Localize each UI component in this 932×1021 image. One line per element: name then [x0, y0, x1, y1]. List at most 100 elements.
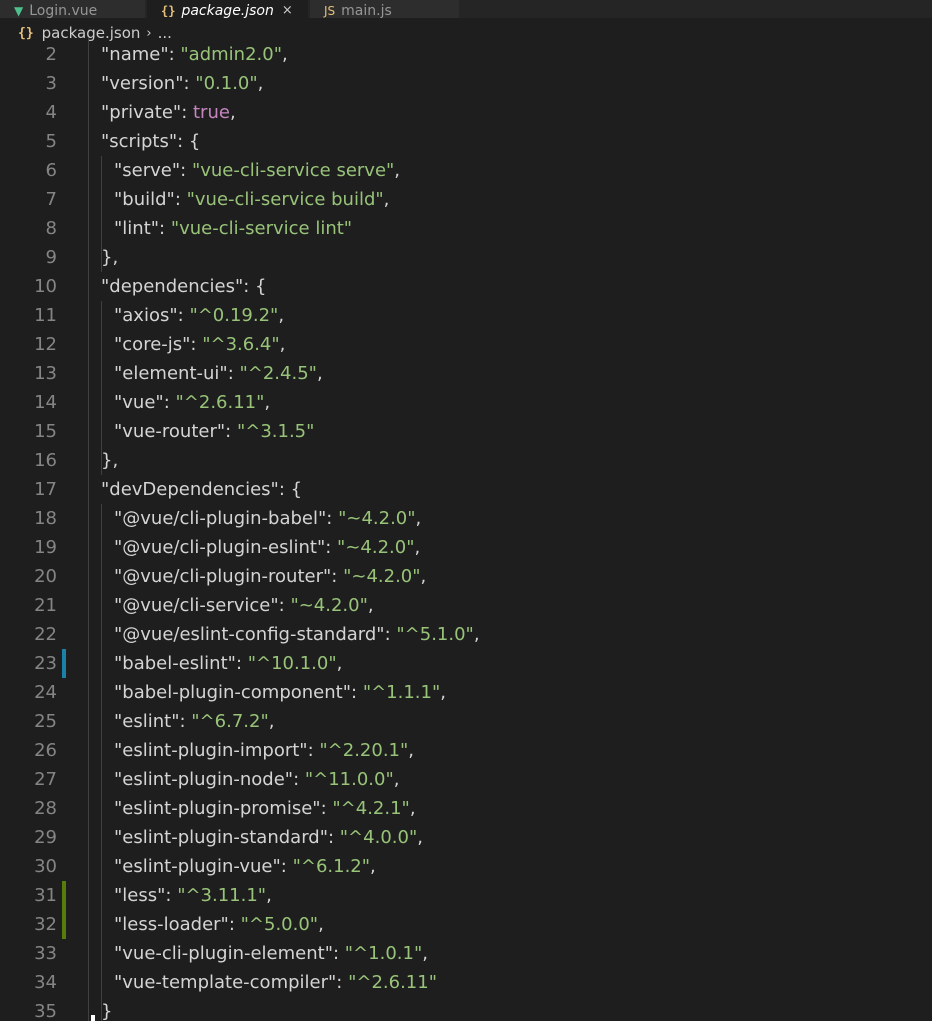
json-punctuation: ,	[383, 189, 390, 210]
tab-login-vue[interactable]: ▼ Login.vue	[0, 0, 146, 18]
json-separator: :	[228, 914, 241, 935]
json-key: "babel-eslint"	[114, 653, 236, 674]
code-text: "@vue/cli-service": "~4.2.0",	[114, 591, 374, 620]
json-value: "^4.0.0"	[339, 827, 418, 848]
code-line[interactable]: 3 "version": "0.1.0",	[0, 69, 932, 98]
code-text: "@vue/cli-plugin-router": "~4.2.0",	[114, 562, 426, 591]
code-line[interactable]: 16},	[0, 446, 932, 475]
json-key: "lint"	[114, 218, 160, 239]
code-text: "name": "admin2.0",	[101, 40, 288, 69]
code-line[interactable]: 13 "element-ui": "^2.4.5",	[0, 359, 932, 388]
code-line[interactable]: 27 "eslint-plugin-node": "^11.0.0",	[0, 765, 932, 794]
code-editor[interactable]: 2 "name": "admin2.0", 3 "version": "0.1.0",…	[0, 38, 932, 1021]
line-number: 17	[34, 479, 57, 500]
code-line[interactable]: 24 "babel-plugin-component": "^1.1.1",	[0, 678, 932, 707]
json-punctuation: ,	[415, 508, 422, 529]
code-line[interactable]: 34 "vue-template-compiler": "^2.6.11"	[0, 968, 932, 997]
code-line[interactable]: 20 "@vue/cli-plugin-router": "~4.2.0",	[0, 562, 932, 591]
code-line[interactable]: 35}	[0, 997, 932, 1021]
code-line[interactable]: 28 "eslint-plugin-promise": "^4.2.1",	[0, 794, 932, 823]
json-value: "0.1.0"	[195, 73, 258, 94]
json-separator: :	[225, 421, 237, 442]
tab-label: Login.vue	[29, 3, 98, 18]
code-text: "eslint-plugin-node": "^11.0.0",	[114, 765, 400, 794]
code-line[interactable]: 14 "vue": "^2.6.11",	[0, 388, 932, 417]
code-line[interactable]: 26 "eslint-plugin-import": "^2.20.1",	[0, 736, 932, 765]
code-text: "core-js": "^3.6.4",	[114, 330, 285, 359]
code-line[interactable]: 2 "name": "admin2.0",	[0, 40, 932, 69]
code-line[interactable]: 7 "build": "vue-cli-service build",	[0, 185, 932, 214]
code-line[interactable]: 25 "eslint": "^6.7.2",	[0, 707, 932, 736]
code-line[interactable]: 5 "scripts": {	[0, 127, 932, 156]
line-number: 19	[34, 537, 57, 558]
line-number: 10	[34, 276, 57, 297]
json-key: "@vue/cli-plugin-eslint"	[114, 537, 326, 558]
code-line[interactable]: 9},	[0, 243, 932, 272]
code-line[interactable]: 29 "eslint-plugin-standard": "^4.0.0",	[0, 823, 932, 852]
json-value: "vue-cli-service lint"	[170, 218, 353, 239]
close-icon[interactable]: ×	[282, 4, 293, 18]
line-number: 16	[34, 450, 57, 471]
code-line[interactable]: 4 "private": true,	[0, 98, 932, 127]
line-number: 7	[45, 189, 57, 210]
code-line[interactable]: 8 "lint": "vue-cli-service lint"	[0, 214, 932, 243]
json-punctuation: },	[101, 247, 119, 268]
json-separator: :	[325, 537, 338, 558]
code-text: "eslint-plugin-import": "^2.20.1",	[114, 736, 414, 765]
json-separator: :	[163, 392, 176, 413]
code-line[interactable]: 22 "@vue/eslint-config-standard": "^5.1.0…	[0, 620, 932, 649]
code-line[interactable]: 6 "serve": "vue-cli-service serve",	[0, 156, 932, 185]
json-value: "~4.2.0"	[337, 537, 415, 558]
line-number: 5	[45, 131, 57, 152]
line-number: 30	[34, 856, 57, 877]
json-punctuation: ,	[264, 392, 271, 413]
code-text: "vue-router": "^3.1.5"	[114, 417, 314, 446]
json-separator: :	[278, 595, 291, 616]
editor-tab-bar: ▼ Login.vue {} package.json × JS main.js	[0, 0, 932, 18]
code-line[interactable]: 31 "less": "^3.11.1",	[0, 881, 932, 910]
json-punctuation: {	[255, 276, 267, 297]
json-punctuation: ,	[278, 305, 285, 326]
code-line[interactable]: 18 "@vue/cli-plugin-babel": "~4.2.0",	[0, 504, 932, 533]
modified-gutter-marker[interactable]	[62, 649, 66, 678]
json-separator: :	[174, 189, 187, 210]
line-number: 18	[34, 508, 57, 529]
code-line[interactable]: 30 "eslint-plugin-vue": "^6.1.2",	[0, 852, 932, 881]
json-value: "~4.2.0"	[343, 566, 421, 587]
json-punctuation: ,	[440, 682, 446, 703]
json-key: "babel-plugin-component"	[114, 682, 352, 703]
json-key: "serve"	[114, 160, 181, 181]
json-icon: {}	[161, 4, 176, 18]
json-punctuation: ,	[420, 566, 427, 587]
code-line[interactable]: 23 "babel-eslint": "^10.1.0",	[0, 649, 932, 678]
code-line[interactable]: 21 "@vue/cli-service": "~4.2.0",	[0, 591, 932, 620]
code-line[interactable]: 11 "axios": "^0.19.2",	[0, 301, 932, 330]
code-text: "eslint": "^6.7.2",	[114, 707, 274, 736]
tab-package-json[interactable]: {} package.json ×	[147, 0, 309, 18]
code-line[interactable]: 19 "@vue/cli-plugin-eslint": "~4.2.0",	[0, 533, 932, 562]
code-line[interactable]: 10 "dependencies": {	[0, 272, 932, 301]
tab-main-js[interactable]: JS main.js	[310, 0, 460, 18]
json-punctuation: ,	[229, 102, 236, 123]
line-number: 6	[45, 160, 57, 181]
json-value: "^2.4.5"	[239, 363, 317, 384]
code-line[interactable]: 32 "less-loader": "^5.0.0",	[0, 910, 932, 939]
code-text: }	[101, 997, 112, 1021]
json-separator: :	[179, 711, 192, 732]
json-key: "scripts"	[101, 131, 178, 152]
json-value: "^2.6.11"	[348, 972, 437, 993]
line-number: 15	[34, 421, 57, 442]
code-line[interactable]: 17 "devDependencies": {	[0, 475, 932, 504]
code-text: "private": true,	[101, 98, 236, 127]
json-separator: :	[168, 44, 181, 65]
json-separator: :	[180, 160, 192, 181]
json-value: "vue-cli-service serve"	[191, 160, 395, 181]
code-line[interactable]: 33 "vue-cli-plugin-element": "^1.0.1",	[0, 939, 932, 968]
code-text: "axios": "^0.19.2",	[114, 301, 284, 330]
code-line[interactable]: 15 "vue-router": "^3.1.5"	[0, 417, 932, 446]
code-line[interactable]: 12 "core-js": "^3.6.4",	[0, 330, 932, 359]
added-gutter-marker[interactable]	[62, 910, 66, 939]
added-gutter-marker[interactable]	[62, 881, 66, 910]
json-key: "vue-router"	[114, 421, 226, 442]
json-separator: :	[227, 363, 240, 384]
